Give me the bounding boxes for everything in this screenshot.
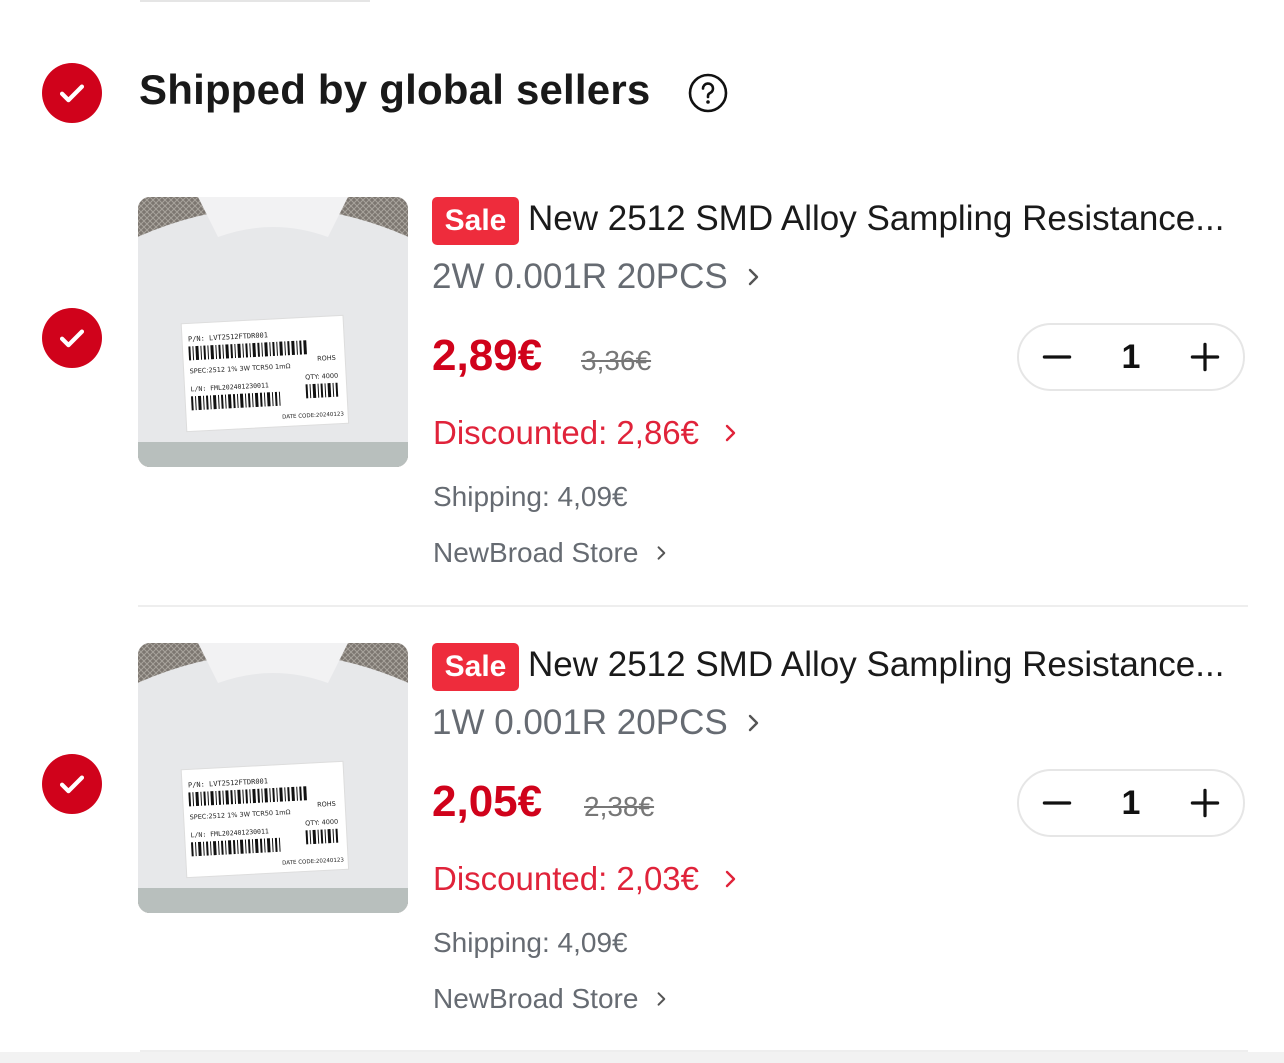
chevron-right-icon [658, 546, 666, 560]
original-price: 2,38€ [584, 791, 655, 822]
plus-icon [1190, 342, 1220, 372]
discount-label: Discounted: 2,86€ [433, 414, 700, 451]
quantity-stepper: 1 [1017, 769, 1245, 837]
label-rohs-text: ROHS [317, 354, 336, 363]
product-image[interactable]: P/N: LVT2512FTDR001 SPEC:2512 1% 3W TCR5… [138, 197, 408, 467]
quantity-value[interactable]: 1 [1122, 784, 1141, 823]
question-circle-icon[interactable] [688, 73, 728, 113]
quantity-value[interactable]: 1 [1122, 338, 1141, 377]
checkmark-icon [59, 329, 85, 348]
quantity-stepper: 1 [1017, 323, 1245, 391]
variant-selector[interactable]: 2W 0.001R 20PCS [432, 257, 764, 297]
discount-link[interactable]: Discounted: 2,03€ [433, 860, 741, 898]
item-checkbox[interactable] [42, 754, 102, 814]
section-title: Shipped by global sellers [139, 66, 651, 113]
store-name: NewBroad Store [433, 537, 639, 568]
chevron-right-icon [748, 268, 758, 286]
shipping-cost: Shipping: 4,09€ [433, 481, 628, 512]
current-price: 2,89€ [432, 331, 543, 380]
chevron-right-icon [725, 870, 736, 888]
label-rohs-text: ROHS [317, 800, 336, 809]
product-title[interactable]: New 2512 SMD Alloy Sampling Resistance..… [528, 645, 1238, 685]
minus-icon [1042, 355, 1072, 359]
product-title[interactable]: New 2512 SMD Alloy Sampling Resistance..… [528, 199, 1238, 239]
store-name: NewBroad Store [433, 983, 639, 1014]
product-image[interactable]: P/N: LVT2512FTDR001 SPEC:2512 1% 3W TCR5… [138, 643, 408, 913]
store-link[interactable]: NewBroad Store [433, 983, 670, 1015]
decrease-quantity-button[interactable] [1037, 783, 1077, 823]
item-divider [138, 605, 1248, 607]
item-checkbox[interactable] [42, 308, 102, 368]
original-price: 3,36€ [581, 345, 652, 376]
current-price: 2,05€ [432, 777, 543, 826]
decrease-quantity-button[interactable] [1037, 337, 1077, 377]
section-select-all-checkbox[interactable] [42, 63, 102, 123]
chevron-right-icon [725, 424, 736, 442]
shipping-cost: Shipping: 4,09€ [433, 927, 628, 958]
checkmark-icon [59, 84, 85, 103]
plus-icon [1190, 788, 1220, 818]
chevron-right-icon [658, 992, 666, 1006]
increase-quantity-button[interactable] [1185, 783, 1225, 823]
minus-icon [1042, 801, 1072, 805]
sale-badge: Sale [432, 197, 519, 245]
sale-badge: Sale [432, 643, 519, 691]
top-divider [140, 0, 370, 2]
discount-label: Discounted: 2,03€ [433, 860, 700, 897]
discount-link[interactable]: Discounted: 2,86€ [433, 414, 741, 452]
variant-label: 1W 0.001R 20PCS [432, 703, 728, 742]
store-link[interactable]: NewBroad Store [433, 537, 670, 569]
chevron-right-icon [748, 714, 758, 732]
bottom-panel-edge [0, 1052, 1284, 1063]
variant-selector[interactable]: 1W 0.001R 20PCS [432, 703, 764, 743]
checkmark-icon [59, 775, 85, 794]
increase-quantity-button[interactable] [1185, 337, 1225, 377]
variant-label: 2W 0.001R 20PCS [432, 257, 728, 296]
